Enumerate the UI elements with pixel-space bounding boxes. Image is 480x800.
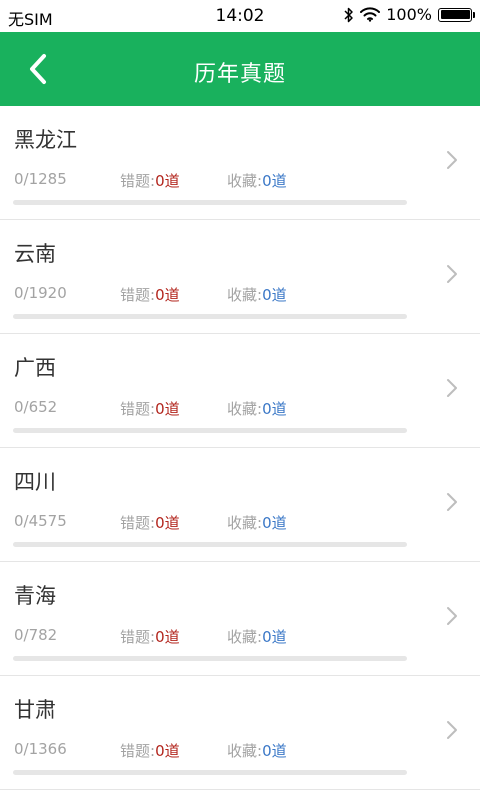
- chevron-right-icon: [447, 265, 457, 283]
- list-item[interactable]: 青海 0/782 错题:0道 收藏:0道: [0, 562, 480, 676]
- item-stats: 0/1366 错题:0道 收藏:0道: [14, 740, 287, 761]
- favorite-count: 收藏:0道: [227, 400, 287, 418]
- province-name: 广西: [14, 356, 56, 380]
- progress-count: 0/652: [14, 398, 58, 416]
- item-stats: 0/1920 错题:0道 收藏:0道: [14, 284, 287, 305]
- progress-count: 0/1920: [14, 284, 67, 302]
- bluetooth-icon: [344, 7, 353, 22]
- chevron-right-icon: [447, 607, 457, 625]
- list-item[interactable]: 四川 0/4575 错题:0道 收藏:0道: [0, 448, 480, 562]
- item-stats: 0/1285 错题:0道 收藏:0道: [14, 170, 287, 191]
- status-bar: 无SIM 14:02 100%: [0, 0, 480, 32]
- progress-bar: [13, 770, 407, 775]
- progress-bar: [13, 542, 407, 547]
- progress-bar: [13, 200, 407, 205]
- status-icons: 100%: [344, 5, 475, 24]
- chevron-right-icon: [447, 493, 457, 511]
- progress-count: 0/1285: [14, 170, 67, 188]
- wrong-count: 错题:0道: [120, 628, 180, 646]
- progress-bar: [13, 656, 407, 661]
- page-title: 历年真题: [193, 62, 286, 87]
- list-item[interactable]: 黑龙江 0/1285 错题:0道 收藏:0道: [0, 106, 480, 220]
- battery-percent: 100%: [386, 5, 432, 24]
- list-item[interactable]: 甘肃 0/1366 错题:0道 收藏:0道: [0, 676, 480, 790]
- progress-bar: [13, 314, 407, 319]
- item-stats: 0/782 错题:0道 收藏:0道: [14, 626, 287, 647]
- wrong-count: 错题:0道: [120, 172, 180, 190]
- wrong-count: 错题:0道: [120, 286, 180, 304]
- wrong-count: 错题:0道: [120, 742, 180, 760]
- progress-bar: [13, 428, 407, 433]
- province-name: 云南: [14, 242, 56, 266]
- wrong-count: 错题:0道: [120, 514, 180, 532]
- province-name: 黑龙江: [14, 128, 77, 152]
- nav-header: 历年真题: [0, 32, 480, 106]
- list-item[interactable]: 广西 0/652 错题:0道 收藏:0道: [0, 334, 480, 448]
- favorite-count: 收藏:0道: [227, 514, 287, 532]
- progress-count: 0/782: [14, 626, 58, 644]
- favorite-count: 收藏:0道: [227, 172, 287, 190]
- favorite-count: 收藏:0道: [227, 286, 287, 304]
- item-stats: 0/4575 错题:0道 收藏:0道: [14, 512, 287, 533]
- progress-count: 0/4575: [14, 512, 67, 530]
- province-name: 四川: [14, 470, 56, 494]
- chevron-right-icon: [447, 721, 457, 739]
- item-stats: 0/652 错题:0道 收藏:0道: [14, 398, 287, 419]
- favorite-count: 收藏:0道: [227, 628, 287, 646]
- wrong-count: 错题:0道: [120, 400, 180, 418]
- chevron-right-icon: [447, 151, 457, 169]
- progress-count: 0/1366: [14, 740, 67, 758]
- exam-list: 黑龙江 0/1285 错题:0道 收藏:0道 云南 0/1920 错题:0道 收…: [0, 106, 480, 790]
- battery-icon: [438, 7, 475, 22]
- chevron-right-icon: [447, 379, 457, 397]
- list-item[interactable]: 云南 0/1920 错题:0道 收藏:0道: [0, 220, 480, 334]
- favorite-count: 收藏:0道: [227, 742, 287, 760]
- province-name: 青海: [14, 584, 56, 608]
- app-screen: 无SIM 14:02 100% 历年真题 黑龙江 0/1285 错题:0道 收藏…: [0, 0, 480, 800]
- province-name: 甘肃: [14, 698, 56, 722]
- wifi-icon: [360, 7, 381, 22]
